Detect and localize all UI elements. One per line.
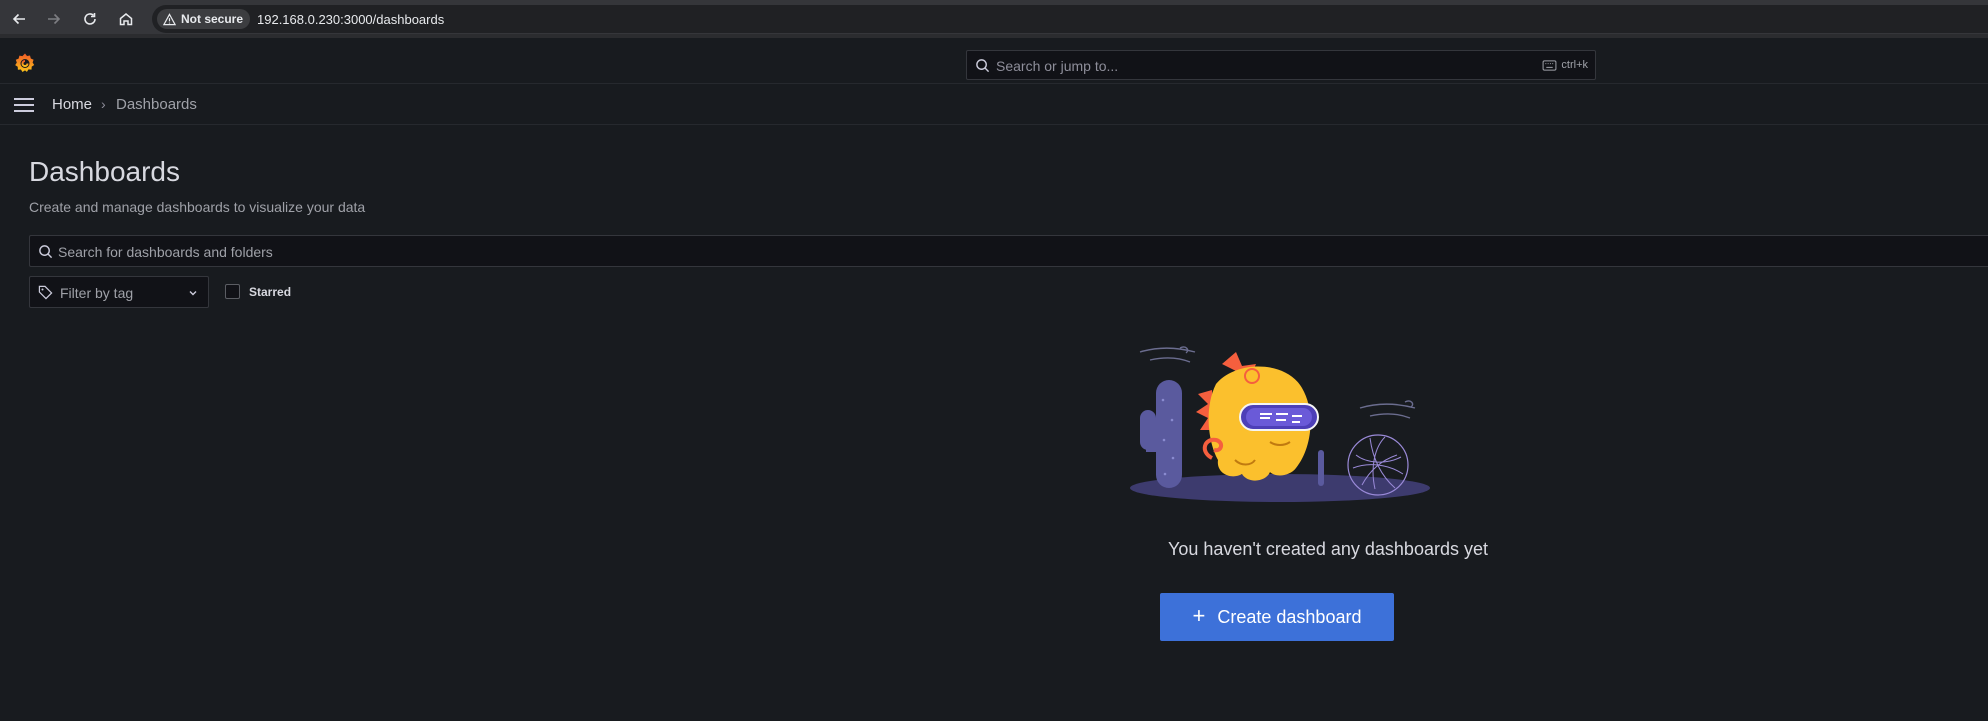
search-icon — [976, 59, 990, 73]
breadcrumb-separator: › — [101, 96, 106, 112]
create-dashboard-button[interactable]: + Create dashboard — [1160, 593, 1394, 641]
starred-label: Starred — [249, 284, 292, 299]
warning-icon — [163, 12, 176, 25]
breadcrumb-bar: Home › Dashboards — [0, 85, 1988, 125]
keyboard-icon — [1542, 59, 1557, 71]
plus-icon: + — [1192, 603, 1206, 628]
create-dashboard-label: Create dashboard — [1217, 606, 1362, 627]
tag-icon — [38, 285, 53, 300]
page-subtitle: Create and manage dashboards to visualiz… — [29, 199, 366, 215]
global-search-placeholder: Search or jump to... — [996, 58, 1119, 74]
keyboard-shortcut-hint: ctrl+k — [1542, 59, 1588, 71]
back-arrow-icon[interactable] — [9, 9, 29, 29]
security-label: Not secure — [181, 12, 244, 26]
empty-state-message: You haven't created any dashboards yet — [1167, 539, 1488, 559]
browser-toolbar: Not secure 192.168.0.230:3000/dashboards — [0, 0, 1988, 38]
breadcrumb-home-link[interactable]: Home — [52, 96, 92, 113]
home-icon[interactable] — [116, 9, 136, 29]
chevron-down-icon — [189, 291, 197, 296]
url-text[interactable]: 192.168.0.230:3000/dashboards — [257, 12, 444, 27]
grafana-logo-icon[interactable] — [13, 52, 37, 76]
dashboard-search-placeholder: Search for dashboards and folders — [58, 244, 273, 260]
page-title: Dashboards — [29, 156, 180, 187]
starred-filter[interactable]: Starred — [225, 284, 291, 299]
starred-checkbox[interactable] — [225, 284, 240, 299]
dashboard-search-input[interactable]: Search for dashboards and folders — [29, 235, 1988, 267]
global-search-bar[interactable]: Search or jump to... ctrl+k — [966, 50, 1596, 80]
forward-arrow-icon[interactable] — [44, 9, 64, 29]
shortcut-label: ctrl+k — [1561, 59, 1588, 71]
search-icon — [39, 245, 53, 259]
breadcrumb-current: Dashboards — [116, 96, 197, 113]
tag-filter-label: Filter by tag — [60, 285, 134, 301]
tag-filter-select[interactable]: Filter by tag — [29, 276, 209, 308]
hamburger-menu-icon[interactable] — [13, 96, 35, 114]
empty-state-mascot-illustration — [1130, 346, 1430, 502]
security-chip[interactable]: Not secure — [157, 9, 251, 29]
address-bar[interactable]: Not secure 192.168.0.230:3000/dashboards — [152, 5, 1988, 33]
top-navbar: Search or jump to... ctrl+k — [0, 42, 1988, 84]
reload-icon[interactable] — [80, 9, 100, 29]
